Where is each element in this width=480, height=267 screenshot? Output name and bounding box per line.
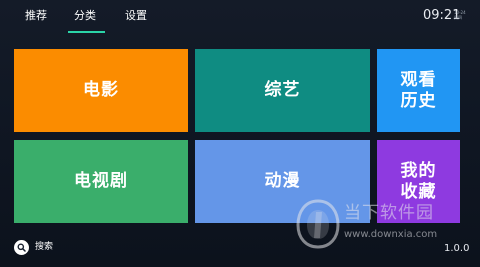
tab-recommend[interactable]: 推荐 <box>25 9 47 23</box>
tile-variety-label: 综艺 <box>264 80 301 100</box>
tile-anime-label: 动漫 <box>264 171 301 191</box>
watermark-logo <box>296 199 340 249</box>
tile-watch-history[interactable]: 观看历史 <box>377 49 460 132</box>
tile-movie-label: 电影 <box>83 80 119 100</box>
watermark-title: 当下软件园 <box>344 203 434 223</box>
tile-movie[interactable]: 电影 <box>14 49 188 132</box>
tile-watch-history-label: 观看历史 <box>400 69 437 111</box>
search-label: 搜索 <box>35 242 54 252</box>
search-button[interactable]: 搜索 <box>14 239 53 255</box>
app-version: 1.0.0 <box>444 243 470 254</box>
search-icon <box>14 239 29 255</box>
tile-tv-series-label: 电视剧 <box>74 171 128 191</box>
tile-variety[interactable]: 综艺 <box>195 49 370 132</box>
tab-category[interactable]: 分类 <box>74 9 96 23</box>
watermark-url: www.downxia.com <box>344 229 438 240</box>
tile-my-favorites-label: 我的收藏 <box>400 160 437 202</box>
tab-settings[interactable]: 设置 <box>125 9 147 23</box>
tile-tv-series[interactable]: 电视剧 <box>14 140 188 223</box>
active-tab-indicator <box>68 31 105 33</box>
top-navigation: 推荐 分类 设置 09:21 10-24 周四 <box>0 0 480 36</box>
clock-date: 10-24 周四 <box>454 10 466 20</box>
